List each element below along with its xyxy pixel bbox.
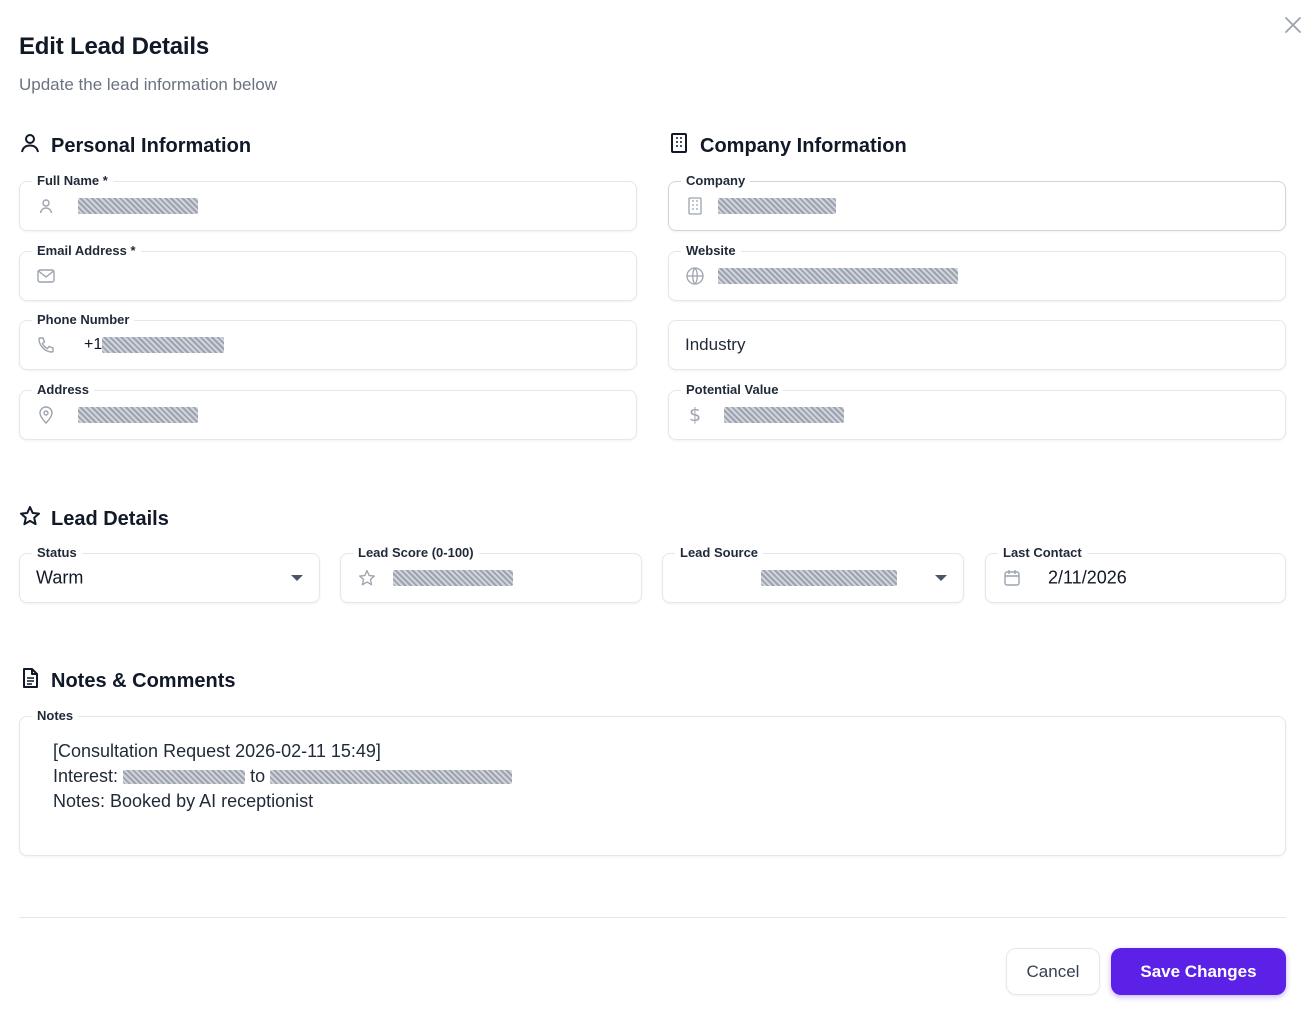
section-title: Notes & Comments: [51, 669, 236, 692]
lead-source-value: [761, 569, 897, 587]
lead-score-label: Lead Score (0-100): [353, 545, 479, 561]
section-title: Company Information: [700, 134, 907, 157]
section-notes-comments: Notes & Comments: [19, 667, 235, 695]
cancel-button[interactable]: Cancel: [1006, 948, 1100, 995]
lead-source-label: Lead Source: [675, 545, 764, 561]
website-field[interactable]: Website: [668, 243, 1286, 301]
notes-textarea[interactable]: Notes [Consultation Request 2026-02-11 1…: [19, 708, 1286, 856]
website-value[interactable]: [718, 267, 958, 285]
full-name-value[interactable]: [78, 197, 198, 215]
potential-value-field[interactable]: Potential Value $: [668, 382, 1286, 440]
address-field[interactable]: Address: [19, 382, 637, 440]
building-icon: [685, 196, 705, 216]
redacted-text: [102, 336, 225, 353]
chevron-down-icon: [291, 575, 303, 581]
edit-lead-dialog: Edit Lead Details Update the lead inform…: [0, 0, 1316, 1014]
map-pin-icon: [36, 405, 56, 425]
section-title: Lead Details: [51, 507, 169, 530]
redacted-text: [724, 406, 844, 423]
section-lead-details: Lead Details: [19, 505, 169, 533]
address-label: Address: [32, 382, 95, 398]
company-field[interactable]: Company: [668, 173, 1286, 231]
lead-source-select[interactable]: Lead Source: [662, 545, 964, 603]
redacted-text: [718, 267, 958, 284]
notes-line: Notes: Booked by AI receptionist: [53, 791, 314, 811]
section-company-information: Company Information: [668, 132, 907, 160]
full-name-field[interactable]: Full Name *: [19, 173, 637, 231]
notes-interest-to: to: [250, 766, 266, 786]
star-icon: [357, 568, 377, 588]
close-icon[interactable]: [1280, 12, 1306, 38]
redacted-text: [78, 197, 198, 214]
potential-value-label: Potential Value: [681, 382, 784, 398]
dollar-icon: $: [688, 404, 702, 426]
document-icon: [19, 667, 41, 695]
redacted-text: [78, 406, 198, 423]
dialog-title: Edit Lead Details: [19, 33, 209, 60]
notes-line: [Consultation Request 2026-02-11 15:49]: [53, 741, 381, 761]
phone-icon: [36, 335, 56, 355]
status-label: Status: [32, 545, 82, 561]
section-title: Personal Information: [51, 134, 252, 157]
lead-score-value[interactable]: [393, 569, 513, 587]
notes-label: Notes: [32, 708, 79, 724]
company-value[interactable]: [718, 197, 836, 215]
last-contact-value: 2/11/2026: [1048, 567, 1127, 588]
redacted-text: [270, 770, 513, 785]
redacted-text: [393, 569, 513, 586]
notes-content: [Consultation Request 2026-02-11 15:49] …: [53, 739, 513, 814]
email-label: Email Address *: [32, 243, 141, 259]
potential-value-value[interactable]: [724, 406, 844, 424]
lead-score-field[interactable]: Lead Score (0-100): [340, 545, 642, 603]
phone-value[interactable]: +1: [84, 336, 225, 354]
mail-icon: [36, 266, 56, 286]
dialog-subtitle: Update the lead information below: [19, 75, 277, 94]
globe-icon: [685, 266, 705, 286]
last-contact-label: Last Contact: [998, 545, 1087, 561]
redacted-text: [718, 197, 836, 214]
save-changes-button[interactable]: Save Changes: [1111, 948, 1286, 995]
industry-select[interactable]: Industry: [668, 320, 1286, 370]
full-name-label: Full Name *: [32, 173, 113, 189]
status-select[interactable]: Status Warm: [19, 545, 320, 603]
status-value: Warm: [36, 567, 84, 588]
footer-divider: [19, 917, 1286, 918]
redacted-text: [123, 770, 246, 785]
email-field[interactable]: Email Address *: [19, 243, 637, 301]
website-label: Website: [681, 243, 741, 259]
company-label: Company: [681, 173, 751, 189]
phone-field[interactable]: Phone Number +1: [19, 312, 637, 370]
address-value[interactable]: [78, 406, 198, 424]
industry-placeholder: Industry: [685, 335, 746, 354]
user-icon: [19, 132, 41, 160]
section-personal-information: Personal Information: [19, 132, 251, 160]
notes-line: Interest: to: [53, 764, 513, 789]
chevron-down-icon: [935, 575, 947, 581]
phone-label: Phone Number: [32, 312, 135, 328]
user-icon: [36, 196, 56, 216]
calendar-icon: [1002, 568, 1022, 588]
last-contact-field[interactable]: Last Contact 2/11/2026: [985, 545, 1286, 603]
star-icon: [19, 505, 41, 533]
redacted-text: [761, 569, 897, 586]
phone-prefix: +1: [84, 336, 103, 353]
notes-interest-prefix: Interest:: [53, 766, 119, 786]
building-icon: [668, 132, 690, 160]
